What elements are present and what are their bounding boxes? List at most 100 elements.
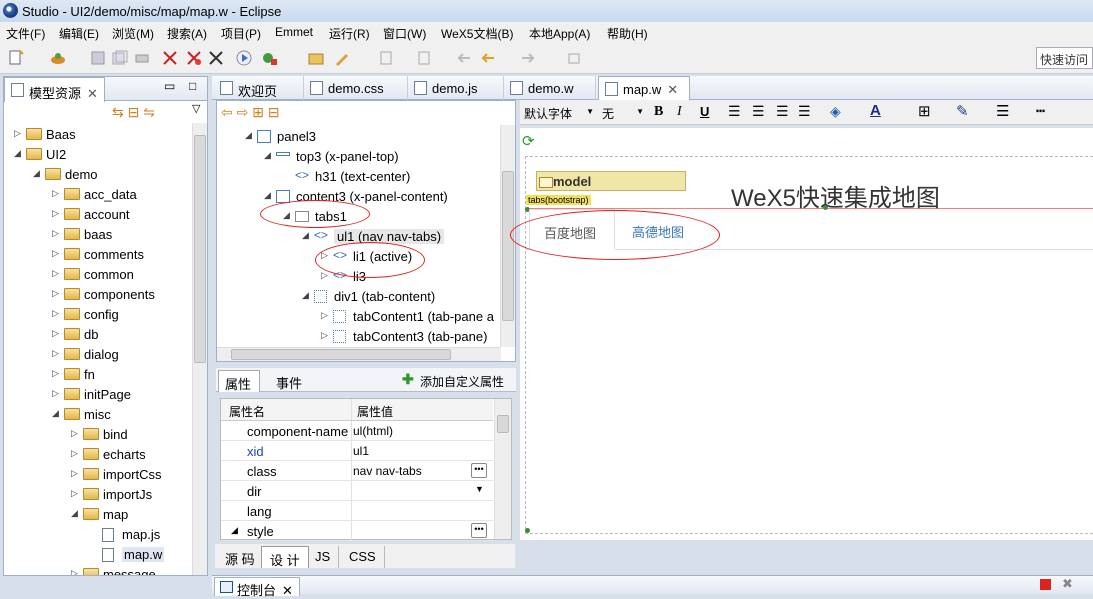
menu-wex5-docs[interactable]: WeX5文档(B) — [441, 25, 513, 42]
open-folder-icon[interactable] — [308, 50, 324, 66]
run-icon[interactable] — [236, 50, 252, 66]
maximize-icon[interactable]: □ — [189, 79, 196, 93]
tab-map-w[interactable]: map.w ✕ — [598, 76, 690, 101]
outline-hscroll-thumb[interactable] — [231, 349, 451, 360]
tree-folder-item[interactable]: ▷ Baas — [4, 125, 192, 145]
tab-demo-js[interactable]: demo.js — [408, 76, 504, 100]
expand-arrow-icon[interactable]: ▷ — [321, 270, 328, 281]
outline-vscroll-thumb[interactable] — [502, 171, 514, 321]
tab-demo-w[interactable]: demo.w — [504, 76, 596, 100]
underline-icon[interactable]: U — [700, 104, 709, 119]
size-select[interactable]: 无 ▼ — [600, 103, 646, 122]
collapsed-arrow-icon[interactable]: ▷ — [71, 568, 78, 575]
expand-arrow-icon[interactable]: ◢ — [264, 190, 271, 201]
outline-node[interactable]: ◢ top3 (x-panel-top) — [217, 147, 501, 167]
justify-icon[interactable]: ☰ — [798, 103, 811, 120]
outline-node[interactable]: ▷ tabContent1 (tab-pane a — [217, 307, 501, 327]
close-icon[interactable]: ✕ — [667, 82, 678, 97]
expanded-arrow-icon[interactable]: ◢ — [14, 148, 21, 159]
back-icon[interactable] — [480, 50, 496, 66]
expanded-arrow-icon[interactable]: ◢ — [52, 408, 59, 419]
outline-nav-icons[interactable]: ⇦ ⇨ ⊞ ⊟ — [221, 104, 280, 121]
handle[interactable] — [823, 205, 828, 210]
tree-folder-item[interactable]: ▷ importCss — [4, 465, 192, 485]
minimize-icon[interactable]: ▭ — [164, 79, 175, 93]
tree-folder-item[interactable]: ▷ importJs — [4, 485, 192, 505]
add-icon[interactable]: ✚ — [402, 371, 414, 388]
tree-folder-item[interactable]: ▷ bind — [4, 425, 192, 445]
line-color-icon[interactable]: ✎ — [956, 102, 969, 120]
tree-folder-item[interactable]: ◢ map — [4, 505, 192, 525]
menu-emmet[interactable]: Emmet — [275, 25, 313, 39]
menu-edit[interactable]: 编辑(E) — [59, 25, 99, 42]
deploy-icon[interactable] — [50, 50, 66, 66]
tree-folder-item[interactable]: ▷ message — [4, 565, 192, 575]
tree-folder-item[interactable]: ▷ acc_data — [4, 185, 192, 205]
outline-node[interactable]: <> h31 (text-center) — [217, 167, 501, 187]
save-icon[interactable] — [90, 50, 106, 66]
menu-browse[interactable]: 浏览(M) — [112, 25, 154, 42]
collapsed-arrow-icon[interactable]: ▷ — [71, 488, 78, 499]
expand-arrow-icon[interactable]: ◢ — [302, 290, 309, 301]
debug-tool3-icon[interactable] — [208, 50, 224, 66]
collapsed-arrow-icon[interactable]: ▷ — [52, 268, 59, 279]
outline-node[interactable]: ◢ panel3 — [217, 127, 501, 147]
collapsed-arrow-icon[interactable]: ▷ — [52, 248, 59, 259]
menu-project[interactable]: 项目(P) — [221, 25, 261, 42]
collapsed-arrow-icon[interactable]: ▷ — [52, 288, 59, 299]
pin-icon[interactable] — [566, 50, 582, 66]
ellipsis-button[interactable]: ••• — [471, 523, 487, 538]
model-component[interactable]: model — [536, 171, 686, 191]
collapsed-arrow-icon[interactable]: ▷ — [71, 468, 78, 479]
expand-arrow-icon[interactable]: ◢ — [264, 150, 271, 161]
grid-scroll-thumb[interactable] — [497, 415, 509, 433]
tab-demo-css[interactable]: demo.css — [304, 76, 408, 100]
link-editor-icon[interactable]: ⇆ ⊟ ⇋ — [112, 104, 155, 121]
tab-design[interactable]: 设 计 — [261, 546, 309, 568]
tree-folder-item[interactable]: ◢ demo — [4, 165, 192, 185]
collapsed-arrow-icon[interactable]: ▷ — [52, 228, 59, 239]
prop-row[interactable]: class nav nav-tabs ••• — [221, 461, 493, 481]
nav-icon[interactable] — [378, 50, 394, 66]
table-icon[interactable]: ⊞ — [918, 102, 931, 120]
expand-arrow-icon[interactable]: ◢ — [245, 130, 252, 141]
outline-hscroll[interactable] — [217, 347, 501, 361]
expand-arrow-icon[interactable]: ◢ — [231, 525, 238, 536]
tab-events[interactable]: 事件 — [268, 372, 310, 393]
font-color-icon[interactable]: A — [870, 102, 881, 119]
dash-style-icon[interactable]: ┅ — [1036, 102, 1045, 120]
tree-scroll-thumb[interactable] — [194, 135, 206, 363]
print-icon[interactable] — [134, 50, 150, 66]
save-all-icon[interactable] — [112, 50, 128, 66]
expanded-arrow-icon[interactable]: ◢ — [71, 508, 78, 519]
outline-node[interactable]: ◢ div1 (tab-content) — [217, 287, 501, 307]
collapsed-arrow-icon[interactable]: ▷ — [52, 188, 59, 199]
prop-row[interactable]: ◢ style ••• — [221, 521, 493, 541]
collapsed-arrow-icon[interactable]: ▷ — [52, 388, 59, 399]
collapsed-arrow-icon[interactable]: ▷ — [52, 208, 59, 219]
font-select[interactable]: 默认字体 ▼ — [522, 103, 596, 122]
menu-local-app[interactable]: 本地App(A) — [529, 25, 590, 42]
tab-welcome[interactable]: 欢迎页 — [214, 76, 304, 100]
align-left-icon[interactable]: ☰ — [728, 103, 741, 120]
menu-run[interactable]: 运行(R) — [329, 25, 370, 42]
tree-folder-item[interactable]: ▷ fn — [4, 365, 192, 385]
ellipsis-button[interactable]: ••• — [471, 463, 487, 478]
fill-color-icon[interactable]: ◈ — [830, 103, 841, 120]
italic-icon[interactable]: I — [677, 104, 682, 120]
tree-file-item[interactable]: map.js — [4, 525, 192, 545]
prop-row[interactable]: component-name ul(html) — [221, 421, 493, 441]
collapsed-arrow-icon[interactable]: ▷ — [71, 448, 78, 459]
tree-folder-item[interactable]: ◢ misc — [4, 405, 192, 425]
tree-folder-item[interactable]: ▷ echarts — [4, 445, 192, 465]
view-menu-icon[interactable]: ▽ — [192, 102, 200, 115]
menu-file[interactable]: 文件(F) — [6, 25, 45, 42]
new-icon[interactable] — [8, 50, 24, 66]
add-custom-attribute-button[interactable]: 添加自定义属性 — [420, 373, 504, 390]
tab-model-resources[interactable]: 模型资源 ✕ — [4, 77, 105, 102]
refresh-icon[interactable]: ⟳ — [522, 132, 535, 150]
quick-access-input[interactable]: 快速访问 — [1036, 47, 1093, 69]
tab-js[interactable]: JS — [307, 546, 340, 568]
forward-icon[interactable] — [520, 50, 536, 66]
collapsed-arrow-icon[interactable]: ▷ — [52, 368, 59, 379]
